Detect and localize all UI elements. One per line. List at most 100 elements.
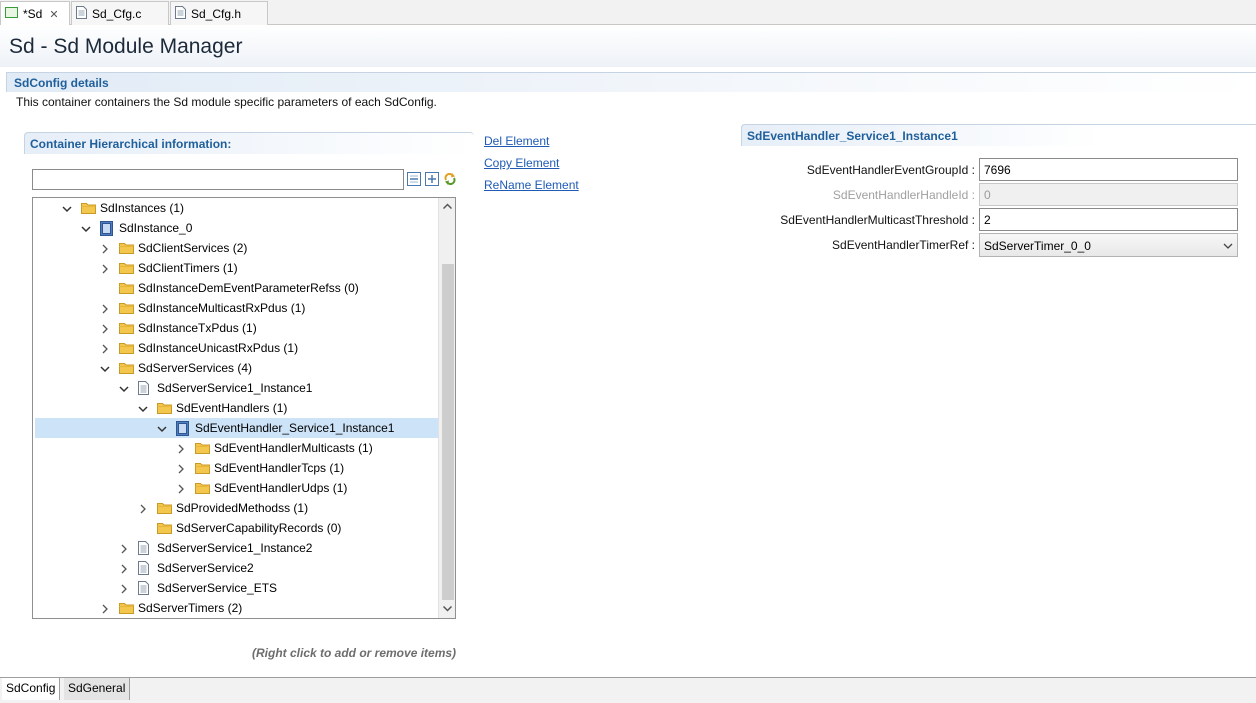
file-icon	[175, 5, 186, 22]
tree-node[interactable]: SdEventHandler_Service1_Instance1	[35, 418, 439, 438]
folder-icon	[195, 441, 210, 455]
chevron-right-icon[interactable]	[176, 463, 186, 474]
tree-node[interactable]: SdServerServices (4)	[33, 358, 439, 378]
scroll-up-icon[interactable]	[439, 198, 455, 215]
file-icon	[76, 5, 87, 22]
tab-sd-cfg-c[interactable]: Sd_Cfg.c	[71, 1, 169, 25]
chevron-right-icon[interactable]	[100, 603, 110, 614]
tree-node-label: SdEventHandlerMulticasts (1)	[214, 441, 373, 455]
chevron-right-icon[interactable]	[119, 543, 129, 554]
tree-node[interactable]: SdEventHandlerUdps (1)	[33, 478, 439, 498]
handle-id-label: SdEventHandlerHandleId :	[832, 188, 975, 202]
tree-node-label: SdProvidedMethodss (1)	[176, 501, 309, 515]
tab-sdgeneral[interactable]: SdGeneral	[64, 678, 131, 700]
tree-node[interactable]: SdServerService1_Instance2	[33, 538, 439, 558]
tree-node[interactable]: SdServerService1_Instance1	[33, 378, 439, 398]
chevron-right-icon[interactable]	[176, 483, 186, 494]
title-bar: Sd - Sd Module Manager	[0, 25, 1256, 67]
folder-icon	[119, 281, 134, 295]
folder-icon	[157, 501, 172, 515]
tree-hint: (Right click to add or remove items)	[252, 646, 457, 660]
tree-scrollbar[interactable]	[438, 198, 455, 618]
tree-node[interactable]: SdInstanceDemEventParameterRefss (0)	[33, 278, 439, 298]
collapse-all-icon[interactable]	[407, 172, 421, 186]
chevron-right-icon[interactable]	[100, 243, 110, 254]
event-group-id-label: SdEventHandlerEventGroupId :	[806, 163, 975, 177]
tree-node[interactable]: SdServerService2	[33, 558, 439, 578]
close-icon[interactable]: ✕	[49, 8, 58, 21]
tree-node[interactable]: SdInstance_0	[33, 218, 439, 238]
tree-node[interactable]: SdServerService_ETS	[33, 578, 439, 598]
component-icon	[5, 7, 18, 21]
tree-node-label: SdInstanceUnicastRxPdus (1)	[138, 341, 299, 355]
scroll-thumb[interactable]	[442, 264, 454, 600]
chevron-down-icon[interactable]	[62, 203, 72, 213]
tab-label: *Sd	[23, 7, 43, 21]
folder-icon	[81, 201, 96, 215]
editor-tab-bar: *Sd ✕ Sd_Cfg.c Sd_Cfg.h	[0, 0, 1256, 26]
tab-label: Sd_Cfg.h	[191, 6, 242, 21]
container-tree[interactable]: SdServerTimers (2) SdServerService_ETS SdS…	[32, 197, 456, 619]
rename-element-link[interactable]: ReName Element	[484, 178, 579, 192]
tree-node[interactable]: SdInstances (1)	[33, 198, 439, 218]
multicast-threshold-input[interactable]: 2	[979, 208, 1238, 231]
tree-node[interactable]: SdEventHandlerMulticasts (1)	[33, 438, 439, 458]
tree-node[interactable]: SdClientTimers (1)	[33, 258, 439, 278]
folder-icon	[119, 601, 134, 615]
tree-node[interactable]: SdInstanceMulticastRxPdus (1)	[33, 298, 439, 318]
tree-node-label: SdEventHandlerTcps (1)	[214, 461, 345, 475]
chevron-down-icon[interactable]	[138, 403, 148, 413]
event-group-id-input[interactable]: 7696	[979, 158, 1238, 181]
chevron-down-icon[interactable]	[119, 383, 129, 393]
tree-node-label: SdInstanceTxPdus (1)	[138, 321, 257, 335]
tree-node-label: SdInstanceMulticastRxPdus (1)	[138, 301, 306, 315]
document-icon	[138, 581, 153, 595]
sync-icon[interactable]	[443, 172, 457, 186]
tree-node-label: SdInstanceDemEventParameterRefss (0)	[138, 281, 359, 295]
chevron-right-icon[interactable]	[100, 323, 110, 334]
multicast-threshold-label: SdEventHandlerMulticastThreshold :	[780, 213, 975, 227]
delete-element-link[interactable]: Del Element	[484, 134, 549, 148]
chevron-right-icon[interactable]	[119, 563, 129, 574]
chevron-right-icon[interactable]	[176, 443, 186, 454]
chevron-right-icon[interactable]	[100, 303, 110, 314]
chevron-right-icon[interactable]	[138, 503, 148, 514]
folder-icon	[119, 341, 134, 355]
tree-node-label: SdInstances (1)	[100, 201, 185, 215]
chevron-right-icon[interactable]	[119, 583, 129, 594]
details-title: SdEventHandler_Service1_Instance1	[747, 129, 958, 143]
container-icon	[100, 221, 115, 236]
page-title: Sd - Sd Module Manager	[9, 35, 243, 58]
tree-node[interactable]: SdEventHandlers (1)	[33, 398, 439, 418]
tab-sd[interactable]: *Sd ✕	[0, 1, 70, 26]
tab-sdconfig[interactable]: SdConfig	[2, 678, 61, 700]
chevron-down-icon[interactable]	[100, 363, 110, 373]
scroll-down-icon[interactable]	[439, 601, 455, 618]
tree-filter-input[interactable]	[32, 169, 404, 190]
tree-node-label: SdServerCapabilityRecords (0)	[176, 521, 342, 535]
folder-icon	[119, 361, 134, 375]
tree-node[interactable]: SdInstanceTxPdus (1)	[33, 318, 439, 338]
tab-sd-cfg-h[interactable]: Sd_Cfg.h	[170, 1, 268, 25]
copy-element-link[interactable]: Copy Element	[484, 156, 559, 170]
folder-icon	[119, 301, 134, 315]
timer-ref-select[interactable]: SdServerTimer_0_0	[979, 233, 1238, 257]
expand-all-icon[interactable]	[425, 172, 439, 186]
document-icon	[138, 381, 153, 395]
hierarchy-title: Container Hierarchical information:	[30, 137, 232, 151]
tree-node[interactable]: SdEventHandlerTcps (1)	[33, 458, 439, 478]
folder-icon	[119, 261, 134, 275]
tree-node[interactable]: SdServerCapabilityRecords (0)	[33, 518, 439, 538]
tree-node[interactable]: SdClientServices (2)	[33, 238, 439, 258]
folder-icon	[119, 241, 134, 255]
chevron-down-icon[interactable]	[157, 423, 167, 433]
document-icon	[138, 541, 153, 555]
tree-node[interactable]: SdInstanceUnicastRxPdus (1)	[33, 338, 439, 358]
chevron-right-icon[interactable]	[100, 263, 110, 274]
folder-icon	[157, 521, 172, 535]
chevron-right-icon[interactable]	[100, 343, 110, 354]
tree-node-label: SdInstance_0	[119, 221, 193, 235]
tree-node[interactable]: SdProvidedMethodss (1)	[33, 498, 439, 518]
tree-node[interactable]: SdServerTimers (2)	[33, 598, 439, 618]
chevron-down-icon[interactable]	[81, 223, 91, 233]
